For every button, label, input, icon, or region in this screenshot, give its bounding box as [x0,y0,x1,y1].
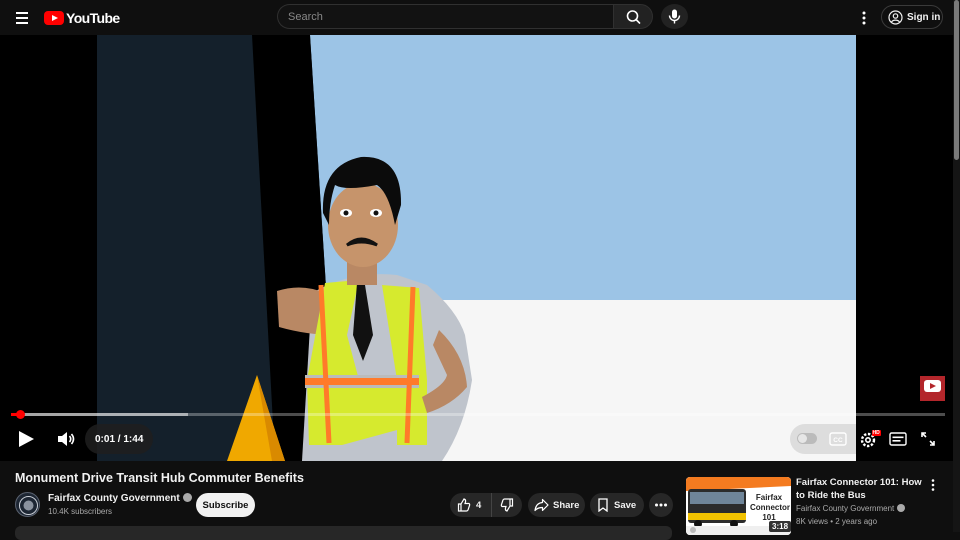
share-icon [534,498,549,512]
duration: 1:44 [123,433,144,445]
miniplayer-icon [889,432,907,446]
page-scrollbar[interactable] [953,0,960,532]
autoplay-toggle[interactable] [797,433,817,444]
subscriber-count: 10.4K subscribers [48,507,113,516]
closed-captions-icon: CC [829,432,847,446]
recommended-video[interactable]: Fairfax Connector 101 3:18 Fairfax Conne… [686,477,936,537]
recommended-meta: 8K views • 2 years ago [796,517,878,526]
thumbnail-title: Fairfax Connector 101 [750,493,790,522]
youtube-subscribe-icon [924,380,941,392]
recommended-channel: Fairfax County Government [796,504,906,513]
settings-button[interactable]: HD [859,429,881,449]
recommended-channel-name: Fairfax County Government [796,504,895,513]
fullscreen-button[interactable] [920,431,936,447]
like-dislike-group: 4 [450,493,522,517]
video-player[interactable]: 0:01 / 1:44 CC HD [0,35,953,461]
youtube-play-icon [44,10,64,25]
save-label: Save [614,499,637,511]
microphone-icon [668,9,681,24]
thumbs-down-icon [500,498,514,512]
youtube-logo[interactable]: YouTube [44,9,120,26]
voice-search-button[interactable] [661,4,688,29]
save-button[interactable]: Save [590,493,644,517]
hd-badge: HD [872,429,880,436]
buffered-bar [11,413,189,416]
share-label: Share [553,499,580,511]
dislike-button[interactable] [492,493,522,517]
account-icon [888,9,903,25]
share-button[interactable]: Share [528,493,585,517]
mute-button[interactable] [56,429,76,449]
search-input[interactable] [288,10,603,23]
verified-icon [182,493,192,502]
time-display: 0:01 / 1:44 [85,424,154,454]
thumbs-up-icon [457,498,471,512]
video-title: Monument Drive Transit Hub Commuter Bene… [15,471,304,485]
recommended-duration: 3:18 [769,521,792,532]
menu-icon[interactable] [13,8,33,26]
search-box [277,4,613,29]
more-options-icon[interactable] [856,9,872,27]
logo-text: YouTube [66,9,120,26]
description-box[interactable] [15,526,672,540]
like-button[interactable]: 4 [450,493,492,517]
volume-icon [58,432,75,446]
more-actions-button[interactable] [649,493,673,517]
time-separator: / [115,433,124,445]
video-scene-illustration [97,35,856,461]
county-seal-icon [19,496,38,515]
save-icon [598,498,608,512]
recommended-more-icon[interactable] [927,478,939,492]
search-button[interactable] [613,4,653,29]
svg-text:CC: CC [833,437,843,444]
play-button[interactable] [16,429,36,449]
play-icon [19,431,34,447]
subscribe-button[interactable]: Subscribe [196,493,255,517]
channel-name-link[interactable]: Fairfax County Government [48,493,192,504]
seek-bar[interactable] [11,410,945,419]
seek-handle[interactable] [15,410,25,419]
channel-name: Fairfax County Government [48,493,180,504]
channel-avatar[interactable] [15,492,40,517]
sign-in-button[interactable]: Sign in [881,5,943,29]
subscribe-watermark[interactable] [920,376,945,401]
recommended-title: Fairfax Connector 101: How to Ride the B… [796,477,922,501]
scrollbar-thumb[interactable] [954,0,959,160]
fullscreen-icon [921,432,935,446]
verified-icon [897,504,906,512]
miniplayer-button[interactable] [889,432,907,446]
sign-in-label: Sign in [907,11,941,23]
captions-button[interactable]: CC [829,432,847,446]
like-count: 4 [476,499,482,511]
masthead: YouTube Sign in [0,0,960,35]
search-icon [626,10,641,24]
video-frame [97,35,856,461]
more-horizontal-icon [655,503,667,507]
current-time: 0:01 [95,433,116,445]
